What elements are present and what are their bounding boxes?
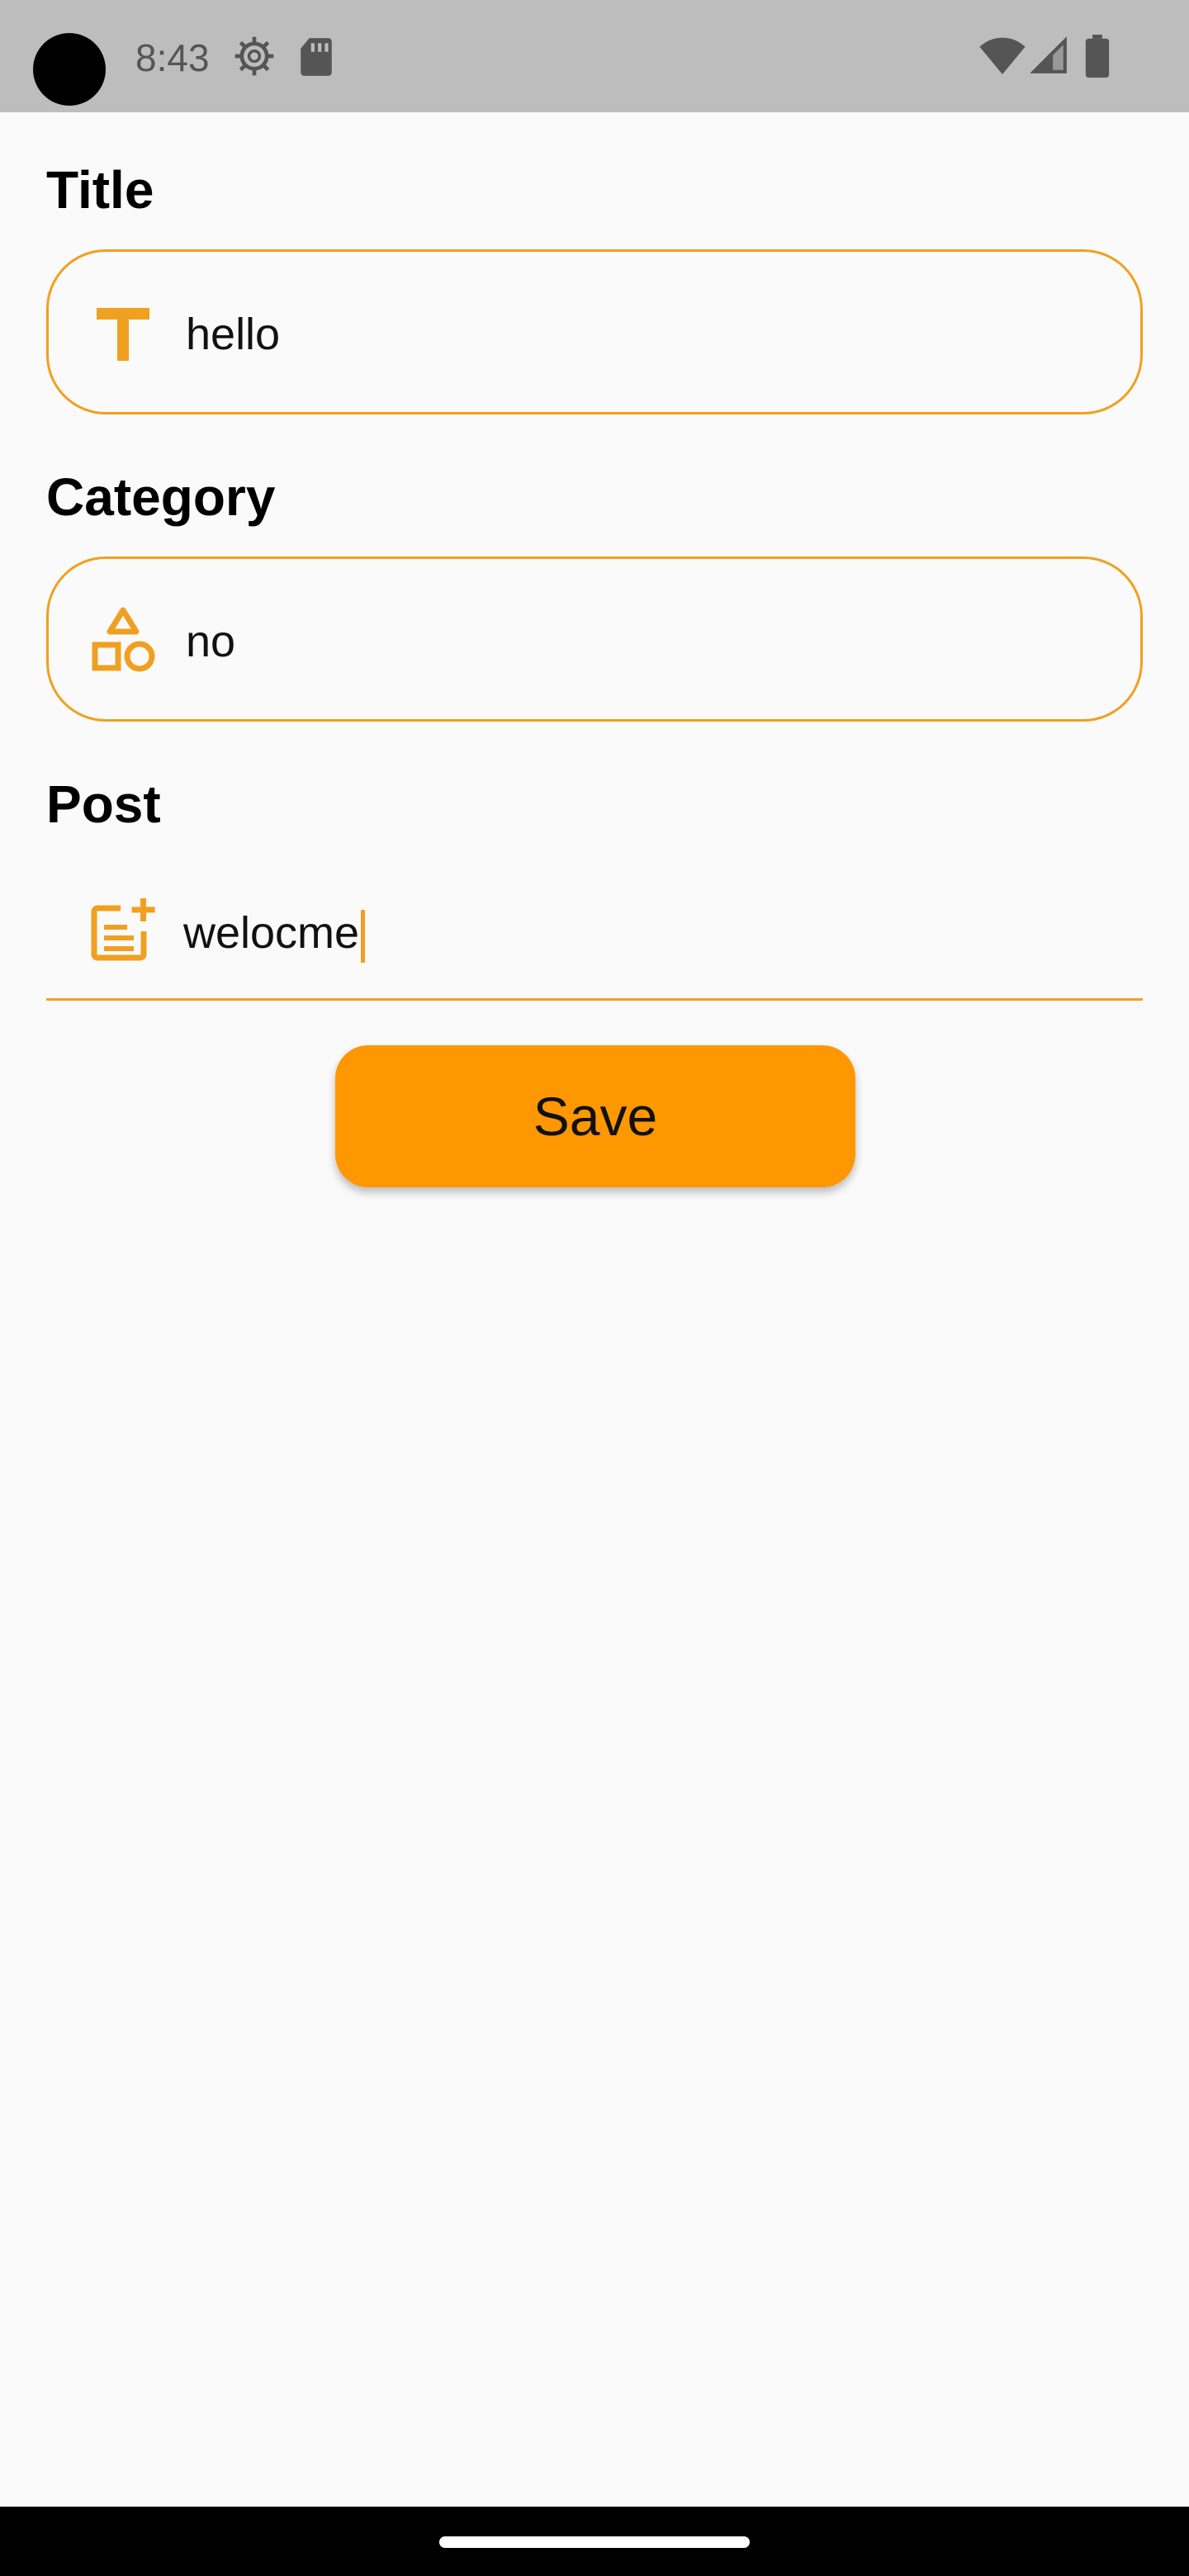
post-label: Post [46, 774, 161, 834]
post-input-text: welocme [183, 908, 360, 958]
category-input[interactable]: no [186, 612, 235, 671]
shapes-icon [92, 607, 155, 672]
home-gesture-handle[interactable] [439, 2536, 750, 2548]
battery-icon [1085, 35, 1110, 78]
status-bar: 8:43 [0, 0, 1189, 112]
post-field[interactable]: welocme [46, 869, 1143, 1001]
category-label: Category [46, 467, 276, 527]
title-field[interactable]: hello [46, 249, 1143, 414]
post-add-icon [91, 898, 155, 961]
wifi-icon [979, 37, 1026, 74]
camera-cutout [33, 33, 106, 106]
category-field[interactable]: no [46, 556, 1143, 722]
post-input[interactable]: welocme [183, 903, 366, 963]
text-caret [361, 909, 366, 963]
gear-icon [234, 36, 274, 76]
signal-icon [1030, 36, 1067, 73]
title-label: Title [46, 160, 154, 220]
status-time: 8:43 [135, 36, 210, 79]
title-input[interactable]: hello [186, 305, 280, 364]
sd-card-icon [301, 38, 332, 76]
text-t-icon [97, 308, 149, 361]
save-button[interactable]: Save [335, 1045, 855, 1187]
navigation-bar [0, 2507, 1189, 2576]
